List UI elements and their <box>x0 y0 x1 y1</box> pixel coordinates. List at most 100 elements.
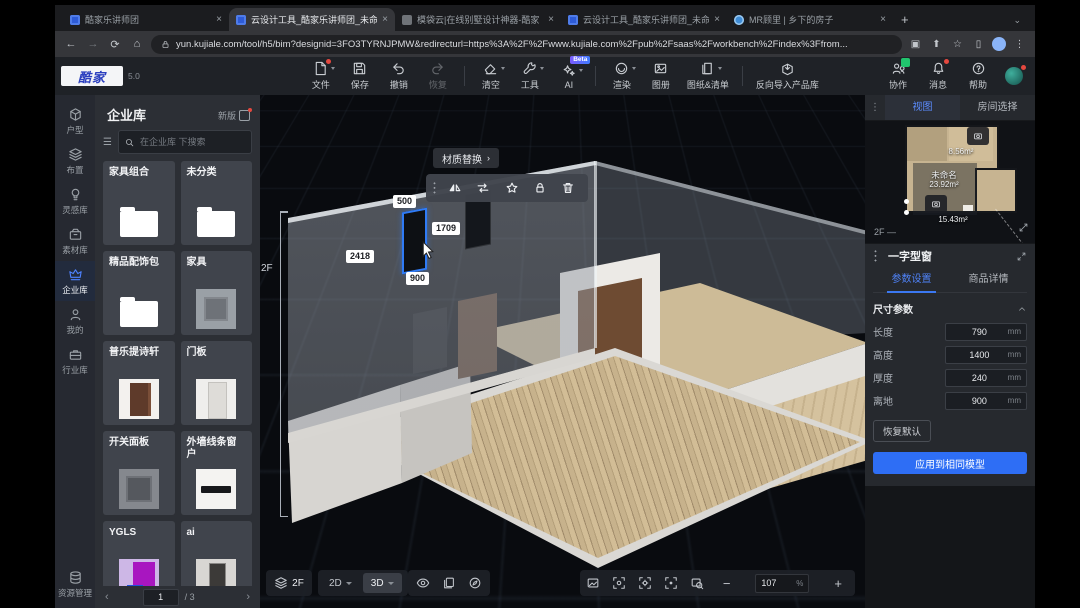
visibility-eye-icon[interactable] <box>416 576 430 590</box>
library-card[interactable]: ai <box>181 521 253 586</box>
tools-button[interactable]: 工具 <box>517 61 543 91</box>
collaborate-button[interactable]: 协作 <box>885 61 911 91</box>
camera-marker[interactable] <box>925 195 947 213</box>
copy-pages-icon[interactable] <box>442 576 456 590</box>
reload-icon[interactable]: ⟳ <box>107 38 123 51</box>
reset-default-button[interactable]: 恢复默认 <box>873 420 931 442</box>
library-card[interactable]: 外墙线条窗户 <box>181 431 253 515</box>
delete-button[interactable] <box>554 181 582 195</box>
drag-handle-icon[interactable] <box>432 181 437 195</box>
chrome-menu-icon[interactable]: ⋮ <box>1012 39 1027 50</box>
library-search[interactable] <box>118 130 252 154</box>
browser-tab-2-active[interactable]: 云设计工具_酷家乐讲师团_未命 × <box>229 8 395 31</box>
next-page-icon[interactable]: › <box>246 591 250 603</box>
tab-search-chevron-icon[interactable]: ⌄ <box>1013 15 1021 26</box>
new-version-toggle[interactable]: 新版 <box>218 109 250 122</box>
new-tab-button[interactable]: + <box>901 12 909 27</box>
zoom-in-button[interactable]: + <box>827 576 849 591</box>
library-card[interactable]: 精品配饰包 <box>103 251 175 335</box>
rail-item-floorplan[interactable]: 户型 <box>55 101 95 141</box>
material-replace-menu-item[interactable]: 材质替换 › <box>433 148 499 168</box>
3d-viewport[interactable]: 500 1709 2418 900 2F 材质替换 › <box>260 95 865 608</box>
browser-tab-3[interactable]: 模袋云|在线别墅设计神器-酷家 × <box>395 8 561 31</box>
file-button[interactable]: 文件 <box>308 61 334 91</box>
apply-to-same-models-button[interactable]: 应用到相同模型 <box>873 452 1027 474</box>
messages-button[interactable]: 消息 <box>925 61 951 91</box>
roam-compass-icon[interactable] <box>468 576 482 590</box>
capture-view-icon[interactable] <box>612 576 626 590</box>
clear-button[interactable]: 清空 <box>478 61 504 91</box>
center-focus-icon[interactable] <box>664 576 678 590</box>
back-icon[interactable]: ← <box>63 38 79 50</box>
ai-button[interactable]: Beta AI <box>556 63 582 90</box>
save-button[interactable]: 保存 <box>347 61 373 91</box>
tab-product-details[interactable]: 商品详情 <box>950 268 1027 292</box>
address-field[interactable]: yun.kujiale.com/tool/h5/bim?designid=3FO… <box>151 35 902 54</box>
browser-tab-4[interactable]: 云设计工具_酷家乐讲师团_未命 × <box>561 8 727 31</box>
library-card[interactable]: YGLS <box>103 521 175 586</box>
home-icon[interactable]: ⌂ <box>129 38 145 50</box>
page-number-input[interactable]: 1 <box>143 589 179 606</box>
capture-settings-icon[interactable] <box>638 576 652 590</box>
browser-tab-5[interactable]: MR顾里 | 乡下的房子 × <box>727 8 893 31</box>
library-card[interactable]: 普乐提诗轩 <box>103 341 175 425</box>
camera-marker[interactable] <box>967 127 989 145</box>
thickness-input[interactable]: 240 mm <box>945 369 1027 387</box>
undo-button[interactable]: 撤销 <box>386 61 412 91</box>
tab-panel-icon[interactable]: ▣ <box>908 39 923 50</box>
rail-item-resources[interactable]: 资源管理 <box>55 564 95 604</box>
redo-button[interactable]: 恢复 <box>425 61 451 91</box>
floor-switcher[interactable]: 2F <box>266 570 312 596</box>
tab-close-icon[interactable]: × <box>382 14 388 25</box>
snapshot-icon[interactable] <box>586 576 600 590</box>
rail-item-industry[interactable]: 行业库 <box>55 341 95 381</box>
panel-drag-icon[interactable]: ⋮ <box>865 102 885 113</box>
tab-view[interactable]: 视图 <box>885 95 960 120</box>
zoom-region-icon[interactable] <box>690 576 704 590</box>
side-panel-icon[interactable]: ▯ <box>971 39 986 50</box>
zoom-out-button[interactable]: − <box>716 576 738 591</box>
library-card[interactable]: 开关面板 <box>103 431 175 515</box>
library-card[interactable]: 家具 <box>181 251 253 335</box>
rail-item-layout[interactable]: 布置 <box>55 141 95 181</box>
drag-handle-icon[interactable] <box>873 249 878 263</box>
lock-button[interactable] <box>526 181 554 195</box>
rail-item-enterprise[interactable]: 企业库 <box>55 261 95 301</box>
height-input[interactable]: 1400 mm <box>945 346 1027 364</box>
browser-tab-1[interactable]: 酷家乐讲师团 × <box>63 8 229 31</box>
rail-item-inspiration[interactable]: 灵感库 <box>55 181 95 221</box>
search-input[interactable] <box>138 136 245 148</box>
tab-parameters[interactable]: 参数设置 <box>873 268 950 292</box>
library-card[interactable]: 家具组合 <box>103 161 175 245</box>
rail-item-materials[interactable]: 素材库 <box>55 221 95 261</box>
forward-icon[interactable]: → <box>85 38 101 50</box>
prev-page-icon[interactable]: ‹ <box>105 591 109 603</box>
collapse-chevron-icon[interactable] <box>1017 304 1027 314</box>
mode-3d-button[interactable]: 3D <box>363 573 402 593</box>
floorplan-minimap[interactable]: 8.56m² 未命名 23.92m² 15.43m² 2F — <box>865 121 1035 243</box>
elevation-input[interactable]: 900 mm <box>945 392 1027 410</box>
tab-close-icon[interactable]: × <box>548 14 554 25</box>
bookmark-star-icon[interactable]: ☆ <box>950 39 965 50</box>
share-icon[interactable]: ⬆ <box>929 39 944 50</box>
tab-close-icon[interactable]: × <box>714 14 720 25</box>
album-button[interactable]: 图册 <box>648 61 674 91</box>
favorite-button[interactable] <box>497 181 525 195</box>
tab-close-icon[interactable]: × <box>216 14 222 25</box>
reverse-import-button[interactable]: 反向导入产品库 <box>756 61 819 91</box>
help-button[interactable]: 帮助 <box>965 61 991 91</box>
tab-room-select[interactable]: 房间选择 <box>960 95 1035 120</box>
user-avatar[interactable] <box>1005 67 1023 85</box>
library-card[interactable]: 未分类 <box>181 161 253 245</box>
library-card[interactable]: 门板 <box>181 341 253 425</box>
length-input[interactable]: 790 mm <box>945 323 1027 341</box>
minimap-resize-icon[interactable] <box>1018 220 1029 238</box>
mirror-button[interactable] <box>441 181 469 195</box>
tab-close-icon[interactable]: × <box>880 14 886 25</box>
drawings-list-button[interactable]: 图纸&清单 <box>687 61 729 91</box>
mode-2d-button[interactable]: 2D <box>321 578 360 589</box>
zoom-level-input[interactable]: 107 % <box>755 574 809 593</box>
render-button[interactable]: 渲染 <box>609 61 635 91</box>
chrome-profile-avatar[interactable] <box>992 37 1006 51</box>
category-list-icon[interactable]: ☰ <box>103 137 112 148</box>
